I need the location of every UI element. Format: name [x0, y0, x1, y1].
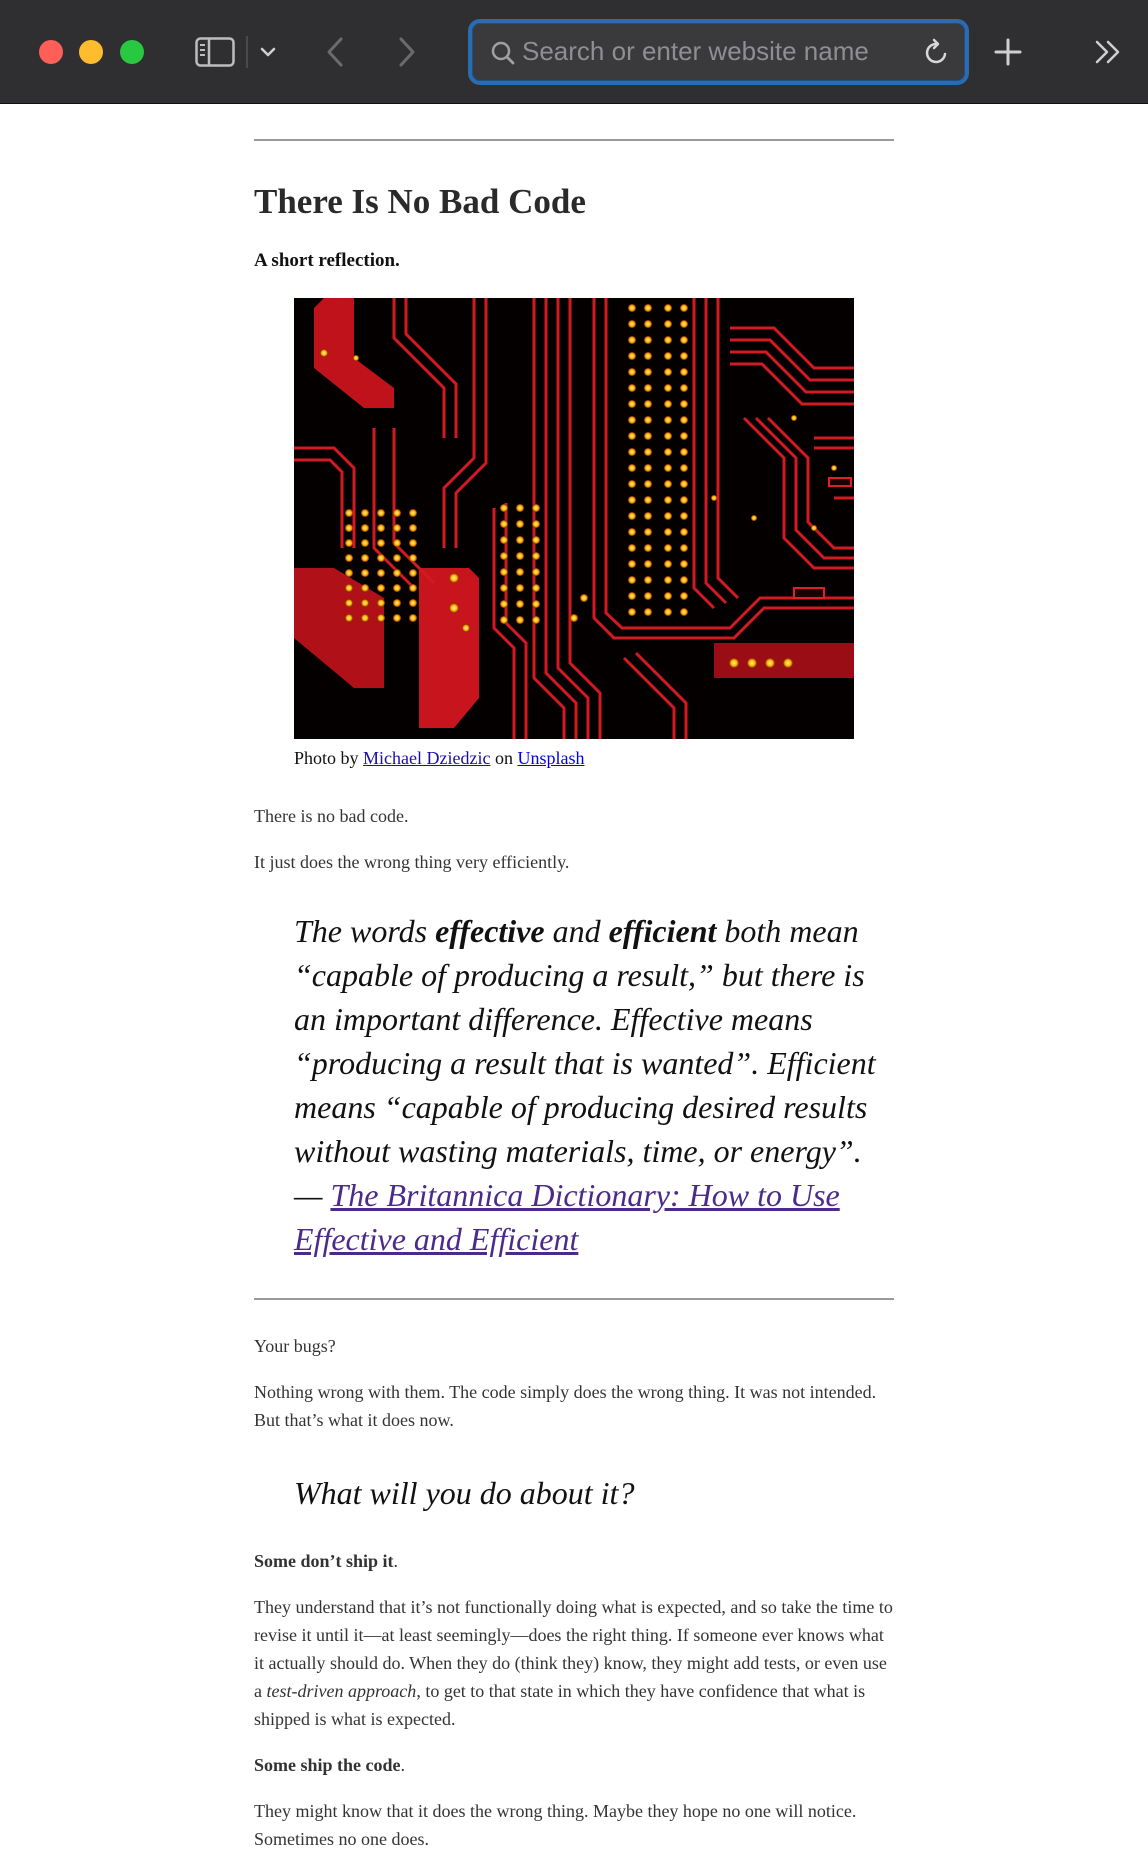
p5-rest: . [393, 1551, 399, 1571]
page-title: There Is No Bad Code [254, 182, 586, 221]
section-heading: What will you do about it? [294, 1475, 635, 1511]
chevron-down-icon [260, 47, 276, 57]
caption-middle: on [494, 748, 513, 768]
quote-effective: effective [435, 913, 545, 949]
quote-text-1: The words [294, 913, 436, 949]
blockquote: The words effective and efficient both m… [294, 909, 884, 1261]
unsplash-link[interactable]: Unsplash [517, 748, 584, 768]
quote-efficient: efficient [608, 913, 717, 949]
search-icon [491, 41, 515, 65]
quote-text-3: both mean “capable of producing a result… [294, 913, 876, 1213]
photographer-link[interactable]: Michael Dziedzic [363, 748, 490, 768]
p7-bold: Some ship the code [254, 1755, 401, 1775]
paragraph-6: They understand that it’s not functional… [254, 1593, 894, 1733]
close-window-button[interactable] [39, 40, 63, 64]
quote-text-2: and [544, 913, 609, 949]
toolbar-divider [246, 36, 248, 68]
p7-rest: . [400, 1755, 406, 1775]
paragraph-4: Nothing wrong with them. The code simply… [254, 1382, 877, 1430]
paragraph-2: It just does the wrong thing very effici… [254, 852, 570, 872]
circuit-board-image [294, 298, 854, 739]
forward-button[interactable] [392, 32, 422, 72]
paragraph-3: Your bugs? [254, 1336, 336, 1356]
middle-divider [254, 1298, 894, 1300]
britannica-link[interactable]: The Britannica Dictionary: How to Use Ef… [294, 1177, 840, 1257]
p5-bold: Some don’t ship it [254, 1551, 394, 1571]
subtitle: A short reflection. [254, 250, 400, 271]
figure: Photo by Michael Dziedzic on Unsplash [294, 298, 854, 769]
paragraph-8: They might know that it does the wrong t… [254, 1801, 857, 1849]
caption-prefix: Photo by [294, 748, 359, 768]
browser-toolbar: Search or enter website name [0, 0, 1148, 104]
paragraph-7: Some ship the code. [254, 1751, 894, 1779]
image-caption: Photo by Michael Dziedzic on Unsplash [294, 748, 854, 769]
reload-icon[interactable] [923, 37, 951, 67]
zoom-window-button[interactable] [120, 40, 144, 64]
paragraph-1: There is no bad code. [254, 806, 409, 826]
sidebar-icon [195, 37, 235, 67]
back-button[interactable] [320, 32, 350, 72]
address-placeholder: Search or enter website name [522, 36, 869, 66]
more-toolbar-items-button[interactable] [1090, 32, 1126, 72]
top-divider [254, 139, 894, 141]
double-chevron-right-icon [1095, 40, 1120, 64]
address-bar[interactable]: Search or enter website name [468, 19, 969, 85]
paragraph-5: Some don’t ship it. [254, 1547, 894, 1575]
plus-icon [994, 38, 1022, 66]
sidebar-toggle-button[interactable] [193, 32, 237, 72]
minimize-window-button[interactable] [79, 40, 103, 64]
new-tab-button[interactable] [988, 32, 1028, 72]
chevron-right-icon [399, 37, 415, 67]
tab-group-menu-button[interactable] [254, 32, 282, 72]
p6-emphasis: test-driven approach [266, 1681, 417, 1701]
chevron-left-icon [327, 37, 343, 67]
